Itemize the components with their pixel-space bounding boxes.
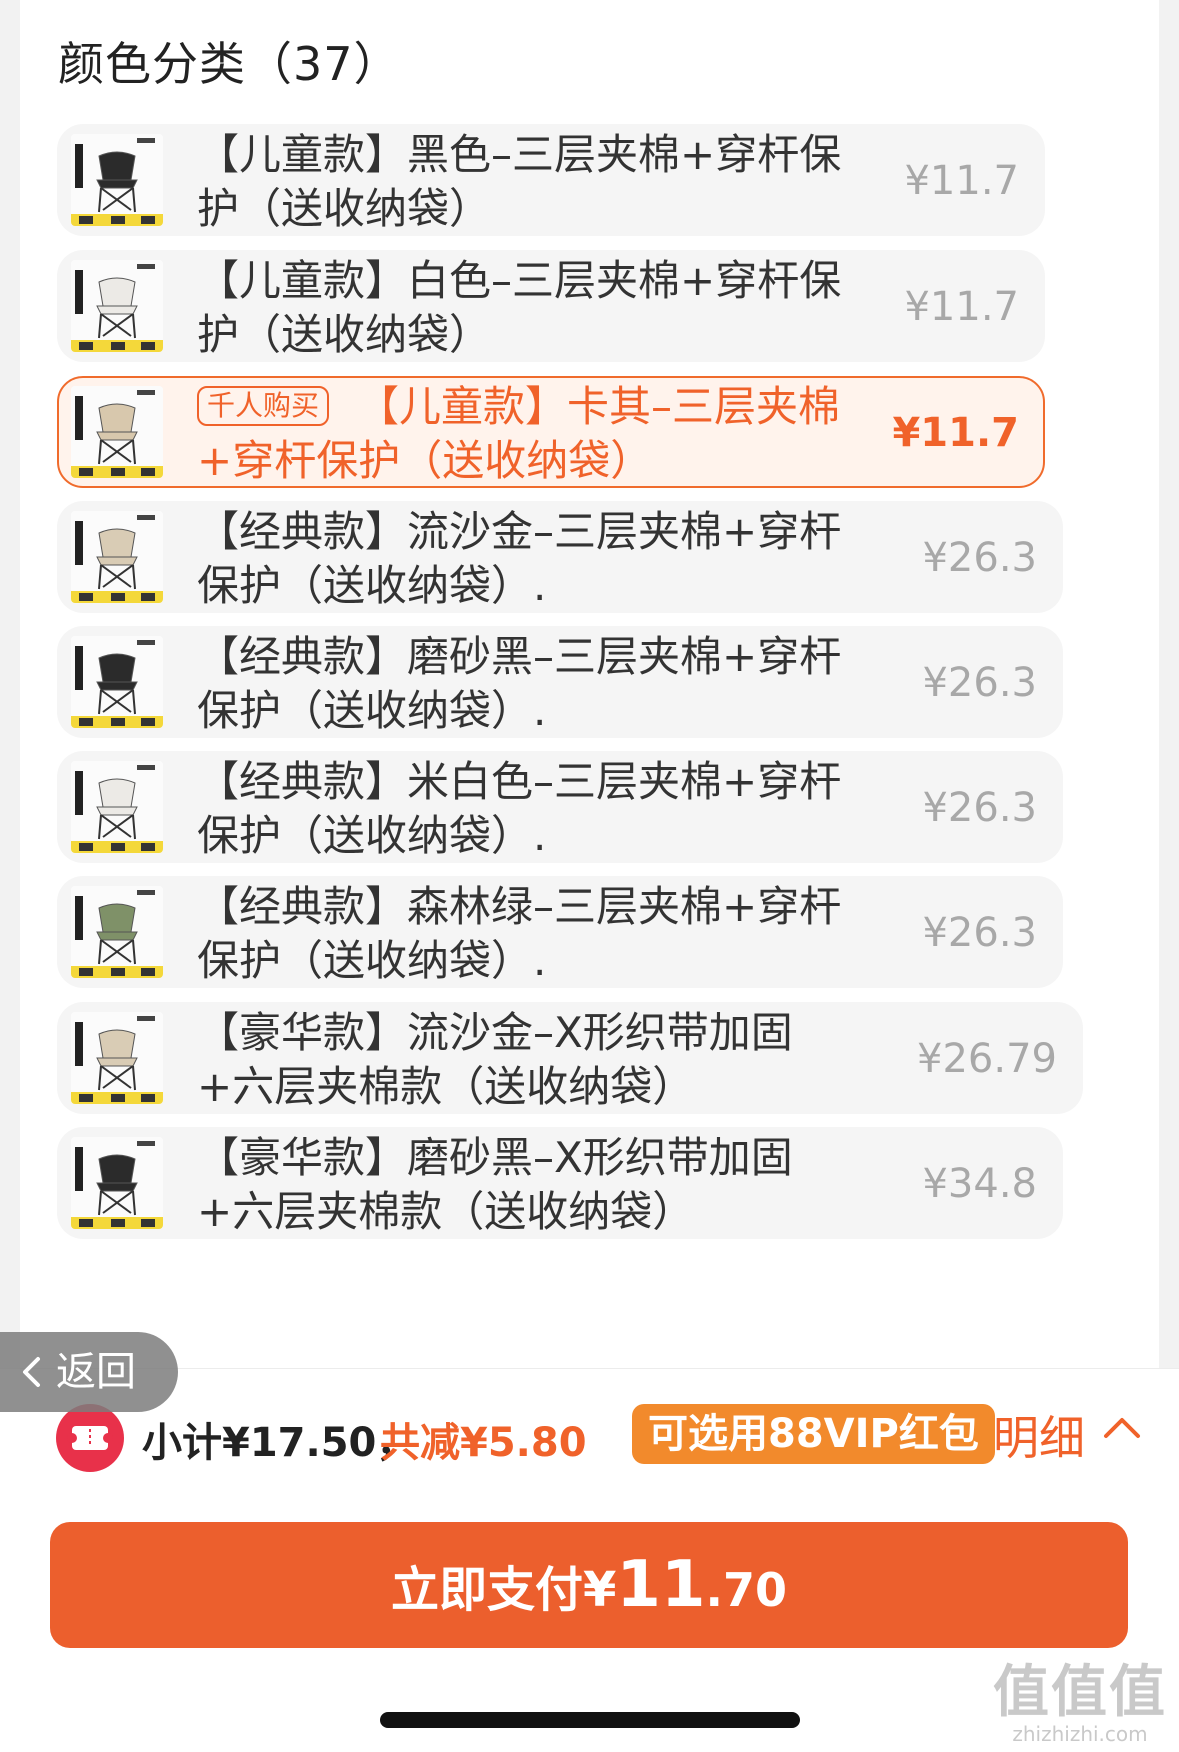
pay-now-button[interactable]: 立即支付¥11.70 (50, 1522, 1128, 1648)
sku-option-text: 【儿童款】黑色–三层夹棉+穿杆保护（送收纳袋） (197, 130, 842, 233)
chair-thumbnail-icon (71, 260, 163, 352)
pay-prefix: 立即支付¥ (391, 1562, 617, 1618)
chair-thumbnail-icon (71, 886, 163, 978)
sku-option-price: ¥26.3 (922, 785, 1037, 831)
chair-thumbnail-icon (71, 636, 163, 728)
chair-thumbnail-icon (71, 1012, 163, 1104)
sku-option[interactable]: 【豪华款】磨砂黑–X形织带加固+六层夹棉款（送收纳袋） ¥34.8 (57, 1127, 1063, 1239)
sku-option-label: 【豪华款】流沙金–X形织带加固+六层夹棉款（送收纳袋） (197, 1006, 867, 1112)
vip-redpacket-tag[interactable]: 可选用88VIP红包 (632, 1404, 995, 1464)
sku-option-text: 【经典款】米白色–三层夹棉+穿杆保护（送收纳袋）. (197, 757, 842, 860)
sku-option-label: 【儿童款】白色–三层夹棉+穿杆保护（送收纳袋） (197, 254, 867, 360)
sku-option[interactable]: 【儿童款】白色–三层夹棉+穿杆保护（送收纳袋） ¥11.7 (57, 250, 1045, 362)
sku-option[interactable]: 千人购买 【儿童款】卡其–三层夹棉+穿杆保护（送收纳袋） ¥11.7 (57, 376, 1045, 488)
sku-option-price: ¥11.7 (892, 410, 1019, 456)
watermark-url: zhizhizhi.com (1012, 1722, 1148, 1746)
sku-option-label: 【经典款】流沙金–三层夹棉+穿杆保护（送收纳袋）. (197, 505, 867, 611)
pay-amount-dec: .70 (705, 1563, 787, 1617)
sku-option-price: ¥34.8 (922, 1161, 1037, 1207)
sku-option[interactable]: 【豪华款】流沙金–X形织带加固+六层夹棉款（送收纳袋） ¥26.79 (57, 1002, 1083, 1114)
sku-option-label: 【儿童款】黑色–三层夹棉+穿杆保护（送收纳袋） (197, 128, 867, 234)
sku-option-price: ¥26.3 (922, 535, 1037, 581)
sku-option-label: 千人购买 【儿童款】卡其–三层夹棉+穿杆保护（送收纳袋） (197, 380, 867, 486)
sku-option-price: ¥26.3 (922, 660, 1037, 706)
back-label: 返回 (56, 1349, 136, 1395)
coupon-ticket-icon[interactable] (56, 1404, 124, 1472)
section-title: 颜色分类（37） (58, 37, 401, 91)
sku-option[interactable]: 【经典款】磨砂黑–三层夹棉+穿杆保护（送收纳袋）. ¥26.3 (57, 626, 1063, 738)
sku-option-text: 【经典款】磨砂黑–三层夹棉+穿杆保护（送收纳袋）. (197, 632, 842, 735)
discount-text: 共减¥5.80 (380, 1420, 587, 1466)
sku-option-price: ¥26.3 (922, 910, 1037, 956)
chair-thumbnail-icon (71, 134, 163, 226)
detail-link[interactable]: 明细 (993, 1402, 1085, 1468)
chair-thumbnail-icon (71, 1137, 163, 1229)
sku-option-price: ¥26.79 (917, 1036, 1057, 1082)
sku-option-text: 【经典款】流沙金–三层夹棉+穿杆保护（送收纳袋）. (197, 507, 842, 610)
sku-option-label: 【经典款】米白色–三层夹棉+穿杆保护（送收纳袋）. (197, 755, 867, 861)
pay-amount-int: 11 (616, 1548, 706, 1622)
subtotal-text: 小计¥17.50， (142, 1420, 417, 1466)
watermark: 值值值 zhizhizhi.com (993, 1660, 1167, 1746)
watermark-title: 值值值 (993, 1660, 1167, 1725)
sku-option-text: 【儿童款】白色–三层夹棉+穿杆保护（送收纳袋） (197, 256, 842, 359)
home-indicator (380, 1712, 800, 1728)
sku-option-label: 【经典款】森林绿–三层夹棉+穿杆保护（送收纳袋）. (197, 880, 867, 986)
popular-badge: 千人购买 (197, 386, 330, 426)
sku-option[interactable]: 【儿童款】黑色–三层夹棉+穿杆保护（送收纳袋） ¥11.7 (57, 124, 1045, 236)
back-button[interactable]: 返回 (0, 1332, 178, 1412)
sku-option-label: 【豪华款】磨砂黑–X形织带加固+六层夹棉款（送收纳袋） (197, 1131, 867, 1237)
sku-option[interactable]: 【经典款】米白色–三层夹棉+穿杆保护（送收纳袋）. ¥26.3 (57, 751, 1063, 863)
chair-thumbnail-icon (71, 386, 163, 478)
sku-option-price: ¥11.7 (904, 158, 1019, 204)
chair-thumbnail-icon (71, 761, 163, 853)
chevron-up-icon[interactable] (1102, 1412, 1142, 1446)
chevron-left-icon (20, 1336, 42, 1416)
sku-option-text: 【豪华款】流沙金–X形织带加固+六层夹棉款（送收纳袋） (197, 1008, 793, 1111)
sku-option-label: 【经典款】磨砂黑–三层夹棉+穿杆保护（送收纳袋）. (197, 630, 867, 736)
sku-option[interactable]: 【经典款】森林绿–三层夹棉+穿杆保护（送收纳袋）. ¥26.3 (57, 876, 1063, 988)
sku-option-text: 【经典款】森林绿–三层夹棉+穿杆保护（送收纳袋）. (197, 882, 842, 985)
sku-option[interactable]: 【经典款】流沙金–三层夹棉+穿杆保护（送收纳袋）. ¥26.3 (57, 501, 1063, 613)
sku-option-price: ¥11.7 (904, 284, 1019, 330)
chair-thumbnail-icon (71, 511, 163, 603)
sku-option-text: 【豪华款】磨砂黑–X形织带加固+六层夹棉款（送收纳袋） (197, 1133, 793, 1236)
